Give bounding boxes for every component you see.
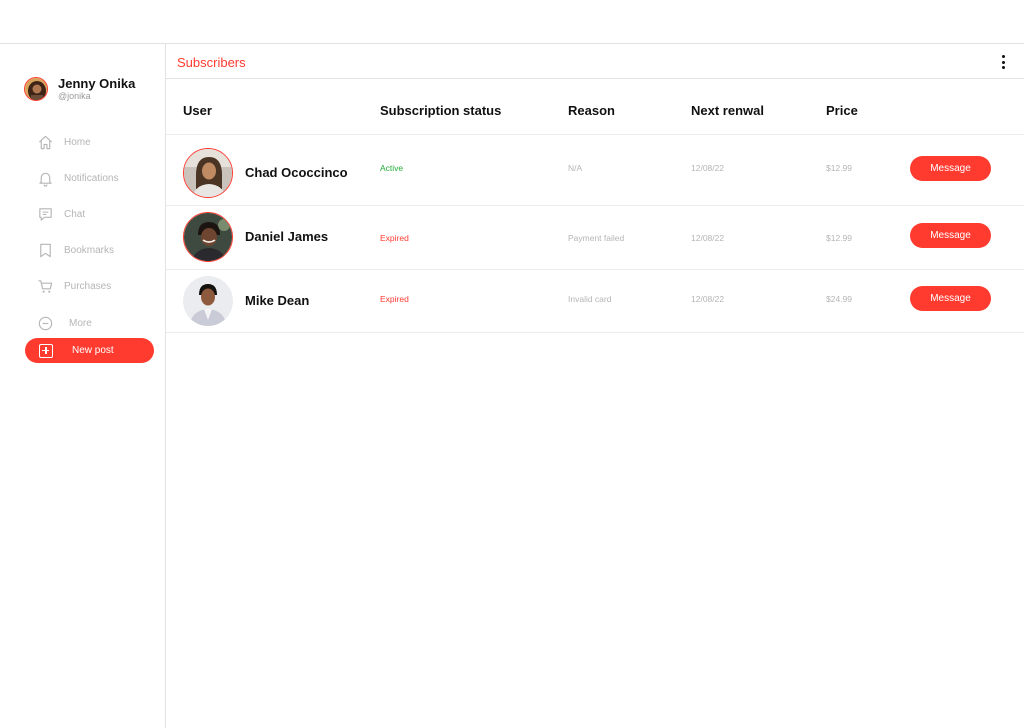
table-row: Chad Ococcinco Active N/A 12/08/22 $12.9… <box>166 135 1024 206</box>
column-header-user: User <box>183 103 212 118</box>
user-name: Mike Dean <box>245 293 309 308</box>
user-avatar[interactable] <box>183 276 233 326</box>
reason-cell: Invalid card <box>568 294 611 304</box>
bell-icon <box>36 169 54 187</box>
more-icon <box>36 314 54 332</box>
new-post-label: New post <box>72 345 114 356</box>
sidebar: Jenny Onika @jonika Home Notifications C… <box>0 44 166 728</box>
next-renewal-cell: 12/08/22 <box>691 233 724 243</box>
new-post-button[interactable]: New post <box>25 338 154 363</box>
user-avatar[interactable] <box>183 212 233 262</box>
sidebar-item-more[interactable]: More <box>36 305 118 341</box>
reason-cell: N/A <box>568 163 582 173</box>
table-header: User Subscription status Reason Next ren… <box>166 79 1024 135</box>
sidebar-item-notifications[interactable]: Notifications <box>36 160 118 196</box>
column-header-reason: Reason <box>568 103 615 118</box>
sidebar-item-label: Purchases <box>64 281 111 292</box>
sidebar-nav: Home Notifications Chat Bookmarks Purcha… <box>36 124 118 341</box>
user-avatar[interactable] <box>183 148 233 198</box>
sidebar-item-label: Bookmarks <box>64 245 114 256</box>
status-badge: Active <box>380 163 403 173</box>
kebab-menu-icon[interactable] <box>1000 55 1006 69</box>
sidebar-item-chat[interactable]: Chat <box>36 196 118 232</box>
sidebar-item-label: Chat <box>64 209 85 220</box>
profile-avatar <box>24 77 48 101</box>
message-button[interactable]: Message <box>910 156 991 181</box>
column-header-next-renewal: Next renwal <box>691 103 764 118</box>
plus-square-icon <box>39 344 53 358</box>
column-header-price: Price <box>826 103 858 118</box>
price-cell: $12.99 <box>826 163 852 173</box>
user-name: Daniel James <box>245 229 328 244</box>
profile-name: Jenny Onika <box>58 76 135 92</box>
column-header-status: Subscription status <box>380 103 501 118</box>
sidebar-item-purchases[interactable]: Purchases <box>36 269 118 305</box>
chat-icon <box>36 205 54 223</box>
price-cell: $12.99 <box>826 233 852 243</box>
main-content: Subscribers User Subscription status Rea… <box>166 44 1024 728</box>
next-renewal-cell: 12/08/22 <box>691 163 724 173</box>
sidebar-item-label: More <box>69 318 92 329</box>
home-icon <box>36 133 54 151</box>
message-button[interactable]: Message <box>910 223 991 248</box>
profile-card[interactable]: Jenny Onika @jonika <box>24 76 135 101</box>
top-bar <box>0 0 1024 44</box>
page-title: Subscribers <box>177 55 246 70</box>
page-header: Subscribers <box>166 44 1024 79</box>
profile-handle: @jonika <box>58 92 135 101</box>
reason-cell: Payment failed <box>568 233 624 243</box>
cart-icon <box>36 278 54 296</box>
status-badge: Expired <box>380 233 409 243</box>
sidebar-item-label: Notifications <box>64 173 118 184</box>
sidebar-item-bookmarks[interactable]: Bookmarks <box>36 233 118 269</box>
message-button[interactable]: Message <box>910 286 991 311</box>
next-renewal-cell: 12/08/22 <box>691 294 724 304</box>
table-row: Mike Dean Expired Invalid card 12/08/22 … <box>166 270 1024 333</box>
bookmark-icon <box>36 242 54 260</box>
user-name: Chad Ococcinco <box>245 165 348 180</box>
table-row: Daniel James Expired Payment failed 12/0… <box>166 206 1024 270</box>
sidebar-item-label: Home <box>64 137 91 148</box>
price-cell: $24.99 <box>826 294 852 304</box>
sidebar-item-home[interactable]: Home <box>36 124 118 160</box>
status-badge: Expired <box>380 294 409 304</box>
